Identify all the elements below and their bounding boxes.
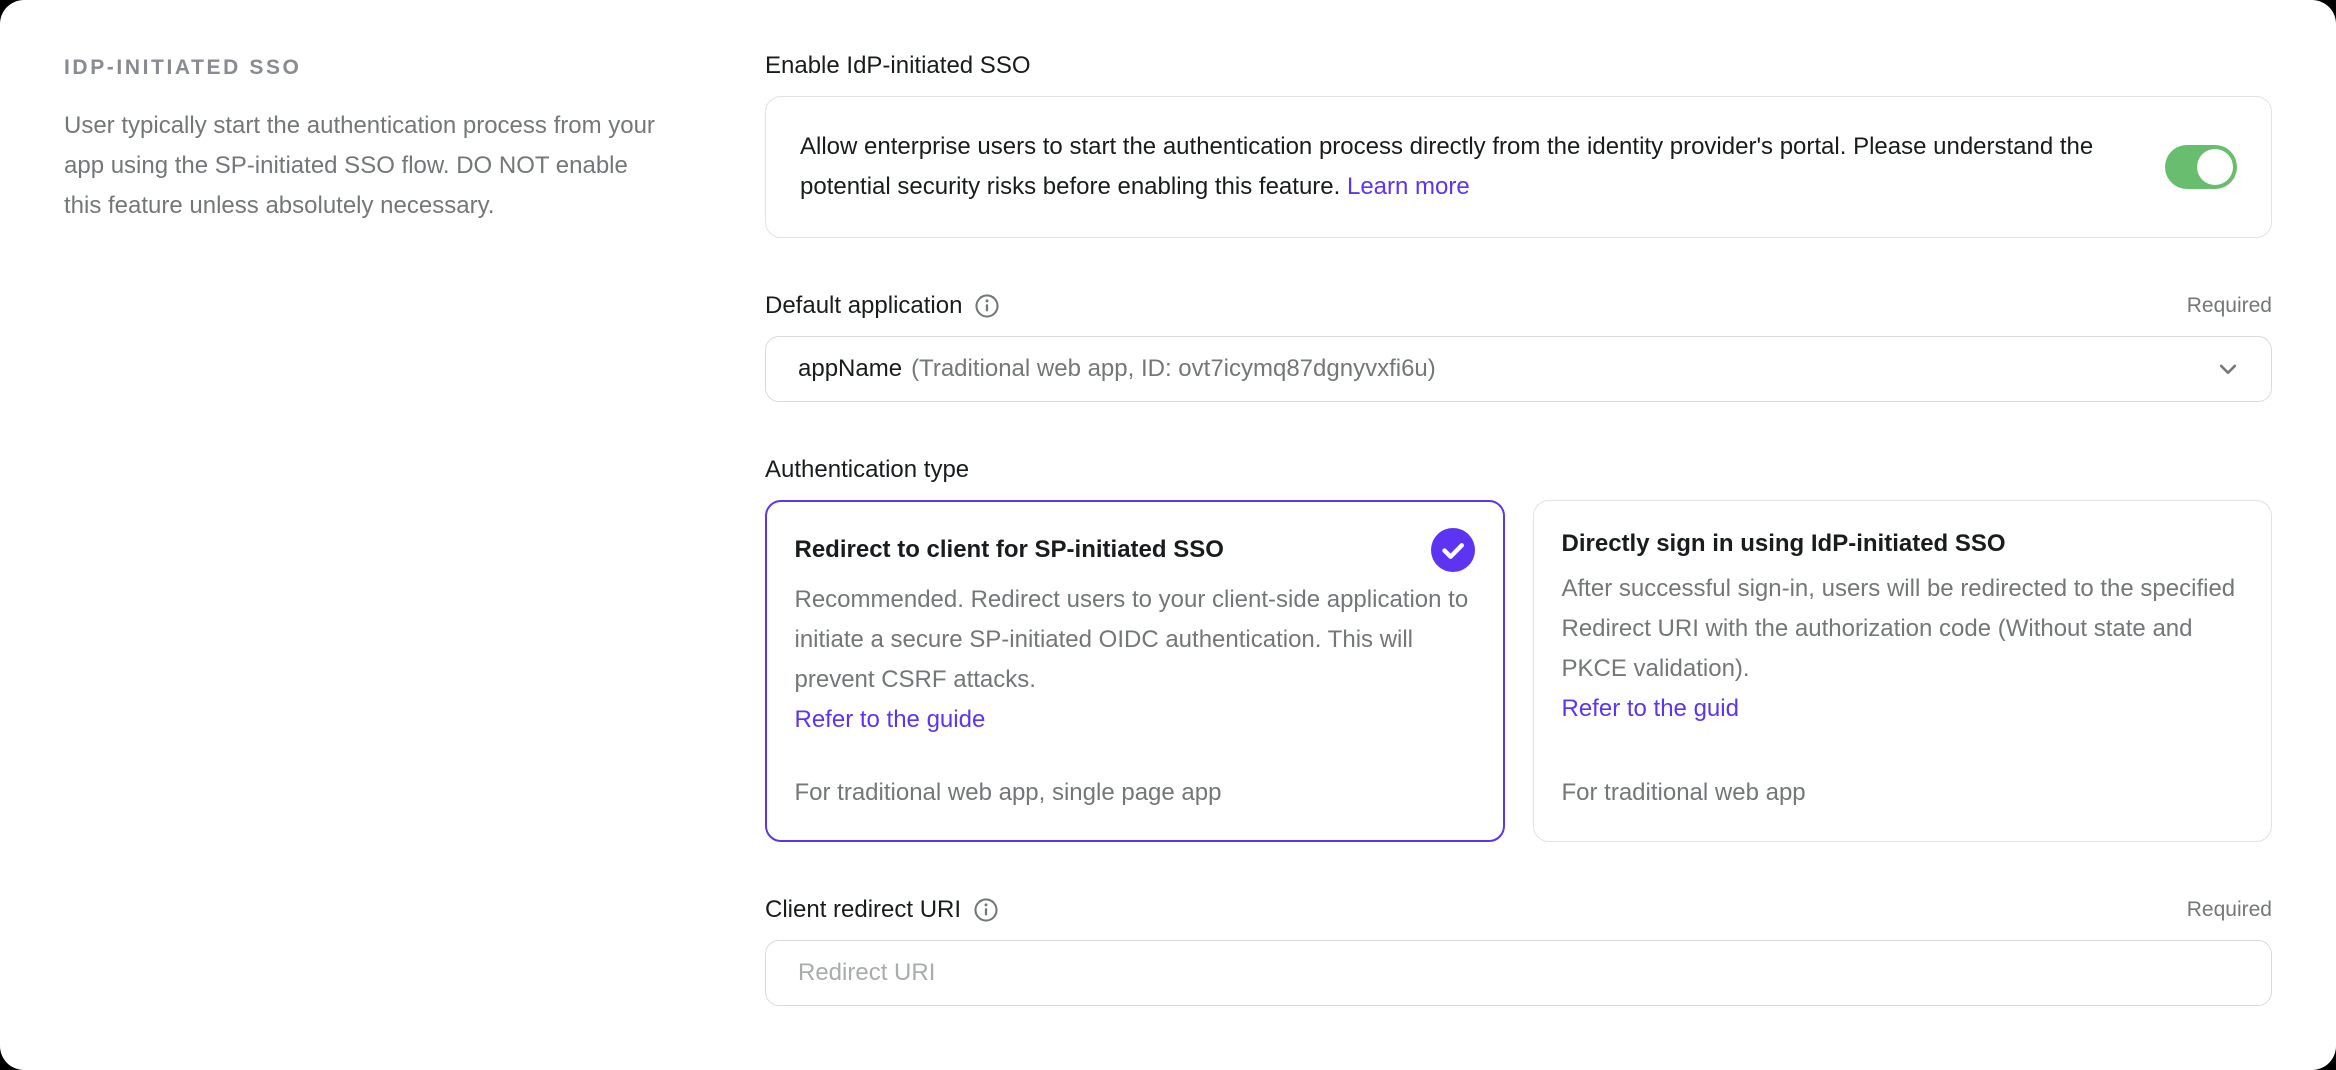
default-application-select[interactable]: appName (Traditional web app, ID: ovt7ic… bbox=[765, 336, 2272, 402]
settings-form: Enable IdP-initiated SSO Allow enterpris… bbox=[765, 0, 2336, 1070]
chevron-down-icon bbox=[2213, 354, 2243, 384]
authentication-type-label: Authentication type bbox=[765, 456, 969, 484]
section-sidebar: IDP-INITIATED SSO User typically start t… bbox=[0, 0, 765, 1070]
required-label: Required bbox=[2187, 898, 2272, 922]
info-icon[interactable] bbox=[974, 293, 1000, 319]
option-footer: For traditional web app, single page app bbox=[795, 773, 1476, 813]
toggle-knob bbox=[2197, 149, 2233, 185]
auth-type-option-direct[interactable]: Directly sign in using IdP-initiated SSO… bbox=[1533, 500, 2273, 842]
field-authentication-type: Authentication type Redirect to client f… bbox=[765, 456, 2272, 842]
enable-sso-label: Enable IdP-initiated SSO bbox=[765, 52, 1031, 80]
enable-sso-card: Allow enterprise users to start the auth… bbox=[765, 96, 2272, 238]
option-title: Directly sign in using IdP-initiated SSO bbox=[1562, 527, 2006, 561]
option-description: After successful sign-in, users will be … bbox=[1562, 569, 2244, 689]
enable-sso-description: Allow enterprise users to start the auth… bbox=[800, 127, 2129, 207]
field-client-redirect-uri: Client redirect URI Required bbox=[765, 896, 2272, 1006]
section-title: IDP-INITIATED SSO bbox=[64, 56, 705, 80]
default-application-head: Default application Required bbox=[765, 292, 2272, 320]
field-default-application: Default application Required appName (Tr… bbox=[765, 292, 2272, 402]
option-description: Recommended. Redirect users to your clie… bbox=[795, 580, 1476, 700]
section-description: User typically start the authentication … bbox=[64, 106, 656, 226]
default-application-label: Default application bbox=[765, 292, 962, 320]
authentication-type-options: Redirect to client for SP-initiated SSO … bbox=[765, 500, 2272, 842]
required-label: Required bbox=[2187, 294, 2272, 318]
enable-sso-toggle[interactable] bbox=[2165, 145, 2237, 189]
info-icon[interactable] bbox=[973, 897, 999, 923]
refer-guide-link[interactable]: Refer to the guide bbox=[795, 700, 986, 740]
option-title-row: Redirect to client for SP-initiated SSO bbox=[795, 528, 1476, 572]
field-enable-sso: Enable IdP-initiated SSO Allow enterpris… bbox=[765, 52, 2272, 238]
auth-type-option-redirect[interactable]: Redirect to client for SP-initiated SSO … bbox=[765, 500, 1505, 842]
authentication-type-head: Authentication type bbox=[765, 456, 2272, 484]
learn-more-link[interactable]: Learn more bbox=[1347, 173, 1470, 200]
client-redirect-uri-head: Client redirect URI Required bbox=[765, 896, 2272, 924]
client-redirect-uri-input[interactable] bbox=[765, 940, 2272, 1006]
option-title: Redirect to client for SP-initiated SSO bbox=[795, 533, 1224, 567]
option-title-row: Directly sign in using IdP-initiated SSO bbox=[1562, 527, 2244, 561]
enable-sso-head: Enable IdP-initiated SSO bbox=[765, 52, 2272, 80]
option-footer: For traditional web app bbox=[1562, 773, 2244, 813]
selected-app-name: appName bbox=[798, 355, 902, 383]
selected-app-meta: (Traditional web app, ID: ovt7icymq87dgn… bbox=[911, 355, 1436, 383]
refer-guide-link[interactable]: Refer to the guid bbox=[1562, 689, 1739, 729]
check-icon bbox=[1431, 528, 1475, 572]
client-redirect-uri-label: Client redirect URI bbox=[765, 896, 961, 924]
page: IDP-INITIATED SSO User typically start t… bbox=[0, 0, 2336, 1070]
